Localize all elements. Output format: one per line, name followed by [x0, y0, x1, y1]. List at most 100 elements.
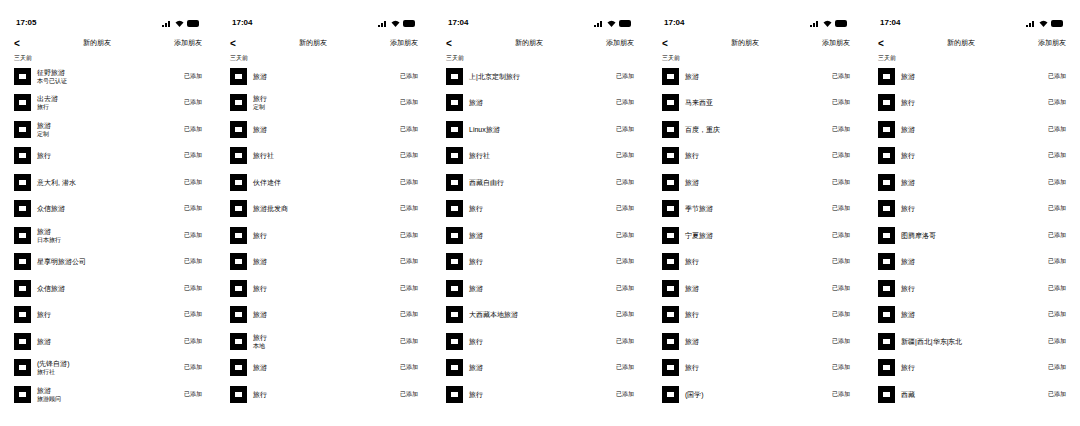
friend-row[interactable]: (国学)已添加 — [658, 381, 854, 408]
friend-row[interactable]: 西藏自由行已添加 — [442, 169, 638, 196]
add-friend-button[interactable]: 添加朋友 — [174, 38, 202, 49]
friend-row[interactable]: 旅行社已添加 — [442, 143, 638, 170]
friend-status: 已添加 — [832, 178, 850, 187]
nav-bar: <新的朋友添加朋友 — [226, 32, 422, 54]
friend-name: 众信旅游 — [37, 204, 178, 213]
friend-name: 旅行 — [469, 204, 610, 213]
friend-row[interactable]: (先锋自游)旅行社已添加 — [10, 355, 206, 382]
friend-row[interactable]: 旅行已添加 — [658, 143, 854, 170]
friend-row[interactable]: 旅行已添加 — [442, 328, 638, 355]
friend-row[interactable]: 百度，重庆已添加 — [658, 116, 854, 143]
friend-row[interactable]: 旅游已添加 — [442, 355, 638, 382]
friend-row[interactable]: 旅行已添加 — [874, 196, 1070, 223]
friend-row[interactable]: 旅行已添加 — [658, 249, 854, 276]
friend-name: 上|北京定制旅行 — [469, 72, 610, 81]
friend-row[interactable]: 伙伴途伴已添加 — [226, 169, 422, 196]
friend-row[interactable]: 旅游已添加 — [442, 222, 638, 249]
friend-row[interactable]: 上|北京定制旅行已添加 — [442, 63, 638, 90]
friend-row[interactable]: 旅行社已添加 — [226, 143, 422, 170]
friend-row[interactable]: 旅游已添加 — [10, 328, 206, 355]
friend-row[interactable]: 旅行已添加 — [226, 222, 422, 249]
back-button[interactable]: < — [662, 36, 668, 51]
friend-row[interactable]: 旅行已添加 — [10, 302, 206, 329]
avatar — [446, 94, 463, 111]
back-button[interactable]: < — [446, 36, 452, 51]
friend-row[interactable]: 旅游已添加 — [442, 275, 638, 302]
avatar — [14, 68, 31, 85]
friend-row[interactable]: 旅行已添加 — [226, 381, 422, 408]
friend-row[interactable]: Linux旅游已添加 — [442, 116, 638, 143]
wifi-icon — [1039, 20, 1048, 27]
friend-row[interactable]: 旅游已添加 — [226, 249, 422, 276]
friend-name: 旅游 — [469, 98, 610, 107]
friend-row[interactable]: 旅游定制已添加 — [10, 116, 206, 143]
friend-row[interactable]: 旅游已添加 — [442, 90, 638, 117]
friend-row[interactable]: 旅游已添加 — [874, 116, 1070, 143]
friend-row[interactable]: 旅游旅游顾问已添加 — [10, 381, 206, 408]
friend-row[interactable]: 旅行已添加 — [442, 381, 638, 408]
friend-row[interactable]: 出去游旅行已添加 — [10, 90, 206, 117]
friend-row[interactable]: 大西藏本地旅游已添加 — [442, 302, 638, 329]
status-icons — [810, 20, 848, 27]
friend-row[interactable]: 旅游已添加 — [658, 63, 854, 90]
friend-name: 马来西亚 — [685, 98, 826, 107]
friend-row[interactable]: 旅行定制已添加 — [226, 90, 422, 117]
friend-row[interactable]: 旅游已添加 — [658, 169, 854, 196]
friend-name: 旅游 — [253, 257, 394, 266]
friend-row[interactable]: 旅游已添加 — [658, 275, 854, 302]
friend-row[interactable]: 旅游已添加 — [874, 169, 1070, 196]
friend-name: 旅行 — [469, 390, 610, 399]
friend-row[interactable]: 众信旅游已添加 — [10, 275, 206, 302]
friend-row[interactable]: 西藏已添加 — [874, 381, 1070, 408]
add-friend-button[interactable]: 添加朋友 — [1038, 38, 1066, 49]
friend-row[interactable]: 宁夏旅游已添加 — [658, 222, 854, 249]
friend-row[interactable]: 旅行已添加 — [874, 143, 1070, 170]
friend-row[interactable]: 旅游已添加 — [226, 116, 422, 143]
friend-row[interactable]: 旅行已添加 — [658, 355, 854, 382]
friend-row[interactable]: 旅行已添加 — [226, 275, 422, 302]
friend-row[interactable]: 旅行已添加 — [442, 249, 638, 276]
status-bar: 17:04 — [226, 14, 422, 32]
friend-row[interactable]: 旅行已添加 — [658, 302, 854, 329]
friend-row[interactable]: 马来西亚已添加 — [658, 90, 854, 117]
friend-row[interactable]: 旅行已添加 — [874, 90, 1070, 117]
friend-row[interactable]: 旅游已添加 — [658, 328, 854, 355]
friend-row[interactable]: 旅游已添加 — [874, 302, 1070, 329]
avatar — [878, 306, 895, 323]
friend-name: 旅游 — [469, 231, 610, 240]
friend-row[interactable]: 旅行已添加 — [442, 196, 638, 223]
add-friend-button[interactable]: 添加朋友 — [606, 38, 634, 49]
friend-row[interactable]: 旅游已添加 — [874, 63, 1070, 90]
friend-row[interactable]: 季节旅游已添加 — [658, 196, 854, 223]
back-button[interactable]: < — [878, 36, 884, 51]
friend-row[interactable]: 新疆|西北|华东|东北已添加 — [874, 328, 1070, 355]
friend-row[interactable]: 旅游已添加 — [226, 63, 422, 90]
friend-row[interactable]: 旅游批发商已添加 — [226, 196, 422, 223]
friend-status: 已添加 — [616, 231, 634, 240]
friend-row[interactable]: 旅行已添加 — [10, 143, 206, 170]
add-friend-button[interactable]: 添加朋友 — [822, 38, 850, 49]
battery-icon — [187, 20, 200, 27]
friend-row[interactable]: 征野旅游本号已认证已添加 — [10, 63, 206, 90]
friend-row[interactable]: 众信旅游已添加 — [10, 196, 206, 223]
friend-message: 日本旅行 — [37, 236, 178, 244]
friend-row[interactable]: 旅游已添加 — [226, 355, 422, 382]
friend-row[interactable]: 旅行已添加 — [874, 275, 1070, 302]
friend-row[interactable]: 旅行已添加 — [874, 355, 1070, 382]
avatar — [230, 280, 247, 297]
friend-row[interactable]: 图腾摩洛哥已添加 — [874, 222, 1070, 249]
friend-row[interactable]: 旅行本地已添加 — [226, 328, 422, 355]
back-button[interactable]: < — [230, 36, 236, 51]
friend-row[interactable]: 旅游已添加 — [874, 249, 1070, 276]
friend-name: 旅游 — [253, 310, 394, 319]
friend-row[interactable]: 星享明旅游公司已添加 — [10, 249, 206, 276]
friend-message: 旅游顾问 — [37, 395, 178, 403]
add-friend-button[interactable]: 添加朋友 — [390, 38, 418, 49]
back-button[interactable]: < — [14, 36, 20, 51]
friend-name: 旅游 — [37, 121, 178, 130]
friend-row[interactable]: 旅游日本旅行已添加 — [10, 222, 206, 249]
avatar — [230, 174, 247, 191]
friend-status: 已添加 — [184, 363, 202, 372]
friend-row[interactable]: 意大利, 潜水已添加 — [10, 169, 206, 196]
friend-row[interactable]: 旅游已添加 — [226, 302, 422, 329]
